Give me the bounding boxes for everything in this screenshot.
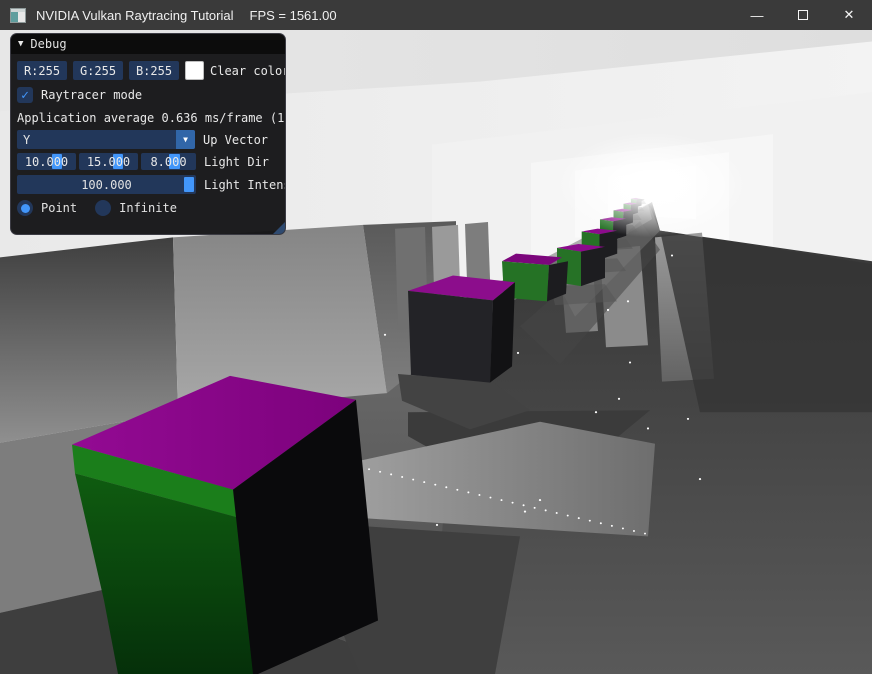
slider-grab[interactable]	[184, 177, 194, 192]
app-icon	[10, 8, 26, 23]
collapse-arrow-icon[interactable]: ▼	[18, 39, 23, 49]
maximize-button[interactable]	[780, 0, 826, 30]
maximize-icon	[798, 10, 808, 20]
combo-arrow-button[interactable]: ▼	[176, 130, 195, 149]
light-dir-x-drag[interactable]: 10.000	[17, 153, 76, 170]
window-title: NVIDIA Vulkan Raytracing Tutorial	[36, 8, 234, 23]
scene-middle-cube	[398, 276, 530, 430]
minimize-icon: —	[751, 8, 764, 23]
light-dir-x-value: 10.000	[25, 155, 68, 169]
check-icon: ✓	[21, 88, 29, 103]
clear-color-b-value: B:255	[136, 64, 172, 78]
clear-color-r-field[interactable]: R:255	[17, 61, 67, 80]
debug-panel-header[interactable]: ▼ Debug	[11, 34, 285, 54]
raytracer-mode-label: Raytracer mode	[41, 88, 142, 102]
clear-color-g-field[interactable]: G:255	[73, 61, 123, 80]
light-type-infinite-label: Infinite	[119, 201, 177, 215]
light-dir-y-drag[interactable]: 15.000	[79, 153, 138, 170]
debug-panel-title: Debug	[30, 37, 66, 51]
light-type-point-label: Point	[41, 201, 77, 215]
light-intensity-value: 100.000	[81, 178, 132, 192]
clear-color-label: Clear color	[210, 64, 286, 78]
clear-color-g-value: G:255	[80, 64, 116, 78]
light-dir-z-drag[interactable]: 8.000	[141, 153, 196, 170]
close-icon: ✕	[844, 7, 855, 23]
light-type-infinite-radio[interactable]	[95, 200, 111, 216]
debug-panel: ▼ Debug R:255 G:255 B:255 Clear color ✓ …	[10, 33, 286, 235]
clear-color-r-value: R:255	[24, 64, 60, 78]
light-dir-y-value: 15.000	[87, 155, 130, 169]
scene-glow	[557, 132, 747, 237]
chevron-down-icon: ▼	[183, 135, 188, 144]
up-vector-value: Y	[23, 133, 30, 147]
light-intensity-label: Light Intens	[204, 178, 286, 192]
light-type-point-radio[interactable]	[17, 200, 33, 216]
up-vector-combo[interactable]: Y ▼	[17, 130, 195, 149]
up-vector-label: Up Vector	[203, 133, 268, 147]
radio-dot	[21, 204, 30, 213]
light-intensity-slider[interactable]: 100.000	[17, 175, 196, 194]
panel-resize-grip[interactable]	[271, 222, 285, 235]
light-dir-z-value: 8.000	[150, 155, 186, 169]
light-dir-label: Light Dir	[204, 155, 269, 169]
stats-line: Application average 0.636 ms/frame (15	[17, 111, 286, 125]
fps-counter: FPS = 1561.00	[250, 8, 337, 23]
raytracer-mode-checkbox[interactable]: ✓	[17, 87, 33, 103]
close-button[interactable]: ✕	[826, 0, 872, 30]
minimize-button[interactable]: —	[734, 0, 780, 30]
clear-color-b-field[interactable]: B:255	[129, 61, 179, 80]
clear-color-swatch[interactable]	[185, 61, 204, 80]
window-titlebar: NVIDIA Vulkan Raytracing Tutorial FPS = …	[0, 0, 872, 30]
